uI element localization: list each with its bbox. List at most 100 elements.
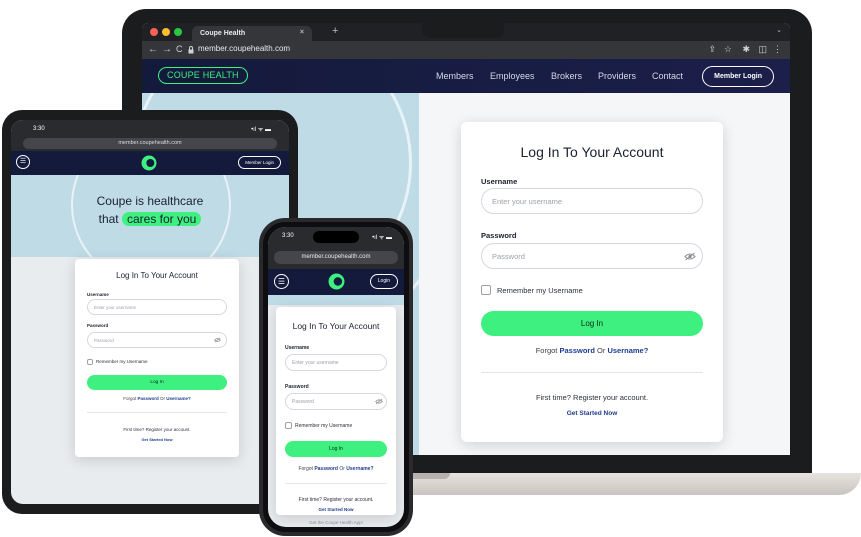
forgot-credentials-row: Forgot Password Or Username? — [276, 466, 396, 472]
forgot-password-link[interactable]: Password — [137, 396, 158, 401]
browser-menu-icon[interactable]: ⋮ — [773, 44, 782, 55]
forgot-text: Forgot — [535, 346, 558, 355]
hide-password-eye-icon[interactable] — [214, 337, 221, 343]
nav-link-members[interactable]: Members — [436, 71, 474, 81]
login-card: Log In To Your Account Username Enter yo… — [461, 122, 723, 442]
password-input[interactable]: Password — [285, 393, 387, 410]
get-started-link[interactable]: Get Started Now — [276, 507, 396, 512]
window-close-dot[interactable] — [150, 28, 158, 36]
get-started-link[interactable]: Get Started Now — [461, 410, 723, 417]
password-input[interactable]: Password — [87, 332, 227, 348]
tablet-hero: Coupe is healthcare that cares for you — [11, 175, 289, 257]
nav-link-contact[interactable]: Contact — [652, 71, 683, 81]
login-title: Log In To Your Account — [116, 271, 198, 280]
first-time-text: First time? Register your account. — [123, 427, 191, 432]
tablet-member-login-button[interactable]: Member Login — [238, 156, 281, 169]
side-panel-icon[interactable]: ◫ — [758, 44, 767, 55]
username-input[interactable]: Enter your username — [87, 299, 227, 315]
bookmark-star-icon[interactable]: ☆ — [724, 44, 732, 55]
phone-site-header: ☰ Login — [268, 269, 404, 295]
nav-link-brokers[interactable]: Brokers — [551, 71, 582, 81]
login-submit-button[interactable]: Log In — [285, 441, 387, 457]
login-title: Log In To Your Account — [292, 321, 380, 331]
phone-login-button[interactable]: Login — [369, 274, 398, 289]
app-promo-text: Get the Coupe Health App! — [309, 520, 363, 525]
forgot-username-link[interactable]: Username? — [166, 396, 191, 401]
close-tab-icon[interactable]: × — [300, 29, 304, 36]
username-input[interactable]: Enter your username — [481, 188, 703, 214]
password-label: Password — [87, 323, 109, 328]
browser-tab[interactable]: Coupe Health × — [192, 26, 312, 41]
password-input[interactable]: Password — [481, 243, 703, 269]
card-divider — [481, 372, 703, 373]
tab-search-chevron-icon[interactable]: ⌄ — [776, 26, 782, 34]
remember-username-label: Remember my Username — [497, 286, 583, 295]
login-submit-button[interactable]: Log In — [87, 375, 227, 390]
extensions-puzzle-icon[interactable]: ✱ — [742, 44, 750, 55]
login-submit-button[interactable]: Log In — [481, 311, 703, 336]
remember-username-label: Remember my Username — [295, 423, 353, 429]
hamburger-menu-icon[interactable]: ☰ — [274, 274, 289, 289]
window-minimize-dot[interactable] — [162, 28, 170, 36]
username-input[interactable]: Enter your username — [285, 354, 387, 371]
tablet-status-bar: 3:30 •ıl ᯤ ▬ — [11, 120, 289, 138]
window-zoom-dot[interactable] — [174, 28, 182, 36]
tablet-signal-icons: •ıl ᯤ ▬ — [251, 127, 271, 133]
lock-icon — [188, 46, 194, 54]
phone-clock: 3:30 — [282, 233, 294, 239]
tablet-login-card: Log In To Your Account Username Enter yo… — [75, 259, 239, 457]
new-tab-icon[interactable]: + — [332, 25, 338, 37]
forgot-text: Forgot — [298, 466, 313, 472]
tablet-url-row: member.coupehealth.com — [11, 138, 289, 151]
forgot-text: Forgot — [123, 396, 137, 401]
phone-device: 3:30 •ıl ᯤ ▬ member.coupehealth.com ☰ Lo… — [259, 218, 413, 536]
username-label: Username — [87, 292, 109, 297]
phone-signal-icons: •ıl ᯤ ▬ — [372, 235, 392, 241]
reload-icon[interactable]: C — [176, 44, 183, 54]
get-started-link[interactable]: Get Started Now — [75, 437, 239, 442]
forgot-password-link[interactable]: Password — [314, 466, 338, 472]
hamburger-menu-icon[interactable]: ☰ — [16, 155, 30, 169]
card-divider — [87, 412, 227, 413]
dynamic-island — [313, 231, 359, 243]
remember-username-checkbox[interactable] — [87, 359, 93, 365]
laptop-notch — [422, 9, 504, 38]
tablet-device: 3:30 •ıl ᯤ ▬ member.coupehealth.com ☰ Me… — [2, 110, 298, 514]
forgot-username-link[interactable]: Username? — [346, 466, 373, 472]
forgot-or-text: Or — [597, 346, 606, 355]
forward-arrow-icon[interactable]: → — [162, 44, 172, 55]
phone-screen: 3:30 •ıl ᯤ ▬ member.coupehealth.com ☰ Lo… — [268, 227, 404, 527]
site-header: COUPE HEALTH Members Employees Brokers P… — [142, 59, 790, 93]
tablet-site-header: ☰ Member Login — [11, 151, 289, 175]
remember-username-checkbox[interactable] — [481, 285, 491, 295]
forgot-or-text: Or — [339, 466, 345, 472]
coupe-health-logo[interactable]: COUPE HEALTH — [158, 67, 248, 84]
password-label: Password — [285, 384, 309, 390]
address-bar[interactable]: member.coupehealth.com — [198, 44, 290, 53]
tablet-clock: 3:30 — [33, 126, 45, 132]
nav-link-providers[interactable]: Providers — [598, 71, 636, 81]
first-time-text: First time? Register your account. — [535, 393, 649, 402]
hide-password-eye-icon[interactable] — [684, 252, 696, 261]
remember-username-checkbox[interactable] — [285, 422, 292, 429]
browser-tab-title: Coupe Health — [200, 30, 246, 37]
hide-password-eye-icon[interactable] — [375, 398, 383, 405]
forgot-username-link[interactable]: Username? — [607, 346, 648, 355]
share-icon[interactable]: ⇪ — [708, 44, 716, 55]
phone-bezel: 3:30 •ıl ᯤ ▬ member.coupehealth.com ☰ Lo… — [263, 222, 409, 532]
nav-link-employees[interactable]: Employees — [490, 71, 535, 81]
member-login-button[interactable]: Member Login — [702, 66, 774, 87]
phone-url: member.coupehealth.com — [301, 254, 371, 260]
phone-address-bar[interactable]: member.coupehealth.com — [274, 251, 398, 264]
tablet-address-bar[interactable]: member.coupehealth.com — [23, 138, 277, 149]
forgot-credentials-row: Forgot Password Or Username? — [461, 346, 723, 355]
coupe-logo-icon[interactable] — [141, 155, 157, 171]
hero-that-text: that — [98, 212, 119, 226]
username-label: Username — [285, 345, 310, 351]
hero-headline-line1: Coupe is healthcare — [96, 194, 204, 208]
back-arrow-icon[interactable]: ← — [148, 44, 158, 55]
phone-hero-strip — [268, 295, 404, 305]
forgot-credentials-row: Forgot Password Or Username? — [75, 396, 239, 401]
forgot-password-link[interactable]: Password — [559, 346, 594, 355]
coupe-logo-icon[interactable] — [328, 273, 345, 290]
